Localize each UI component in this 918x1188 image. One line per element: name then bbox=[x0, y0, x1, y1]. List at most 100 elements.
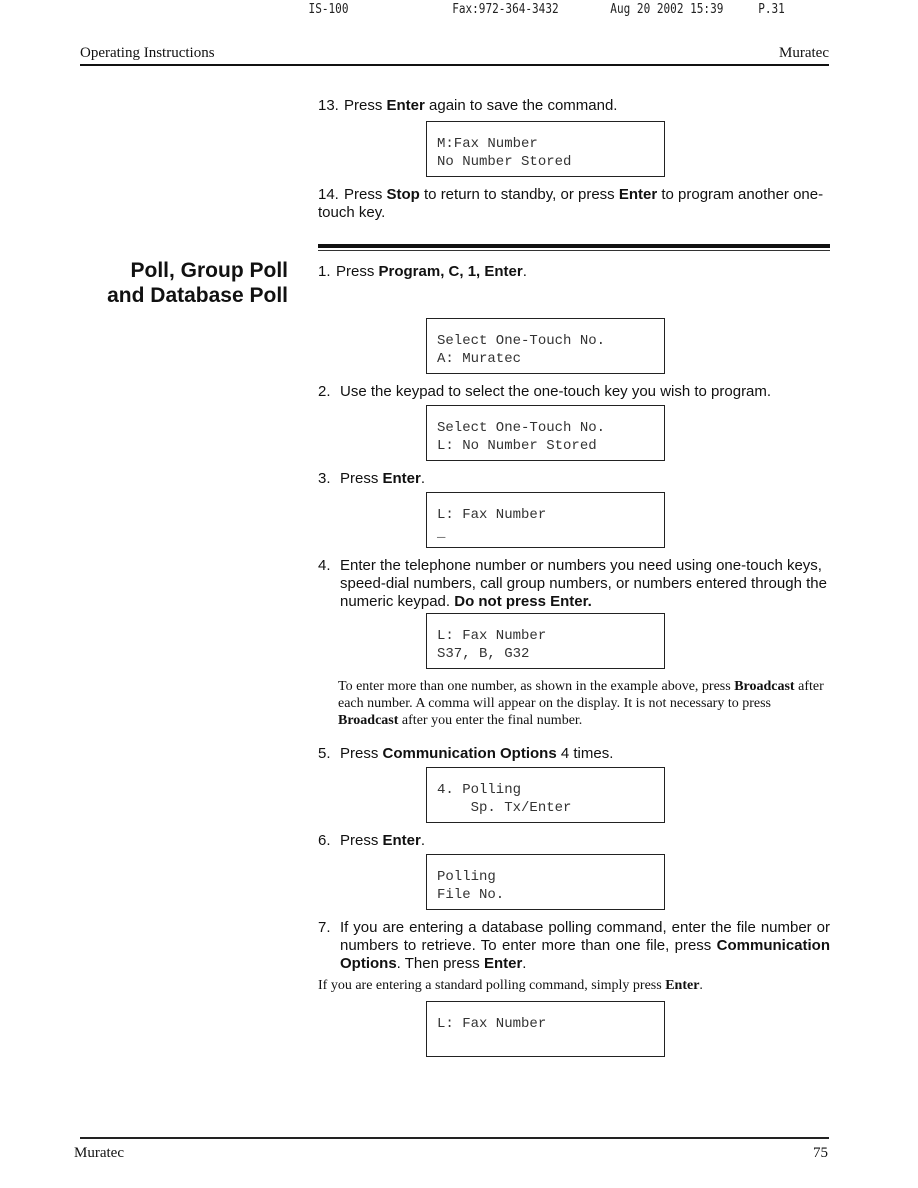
lcd-display-13: M:Fax Number No Number Stored bbox=[426, 121, 665, 177]
step-13: 13. Press Enter again to save the command… bbox=[318, 97, 830, 115]
emphasized-key-name: Enter bbox=[382, 470, 421, 487]
section-title: Poll, Group Poll and Database Poll bbox=[80, 258, 288, 308]
text-run: 4 times. bbox=[556, 745, 614, 762]
text-run: Press bbox=[344, 97, 387, 114]
step-text: Press Communication Options 4 times. bbox=[340, 745, 613, 762]
page-number: 75 bbox=[813, 1145, 828, 1161]
lcd-display-7: L: Fax Number bbox=[426, 1001, 665, 1057]
lcd-line-1: L: Fax Number bbox=[437, 628, 547, 644]
step-number: 7. bbox=[318, 919, 331, 936]
text-run: . bbox=[522, 955, 527, 972]
emphasized-key-name: Enter bbox=[618, 186, 658, 203]
lcd-line-1: Polling bbox=[437, 869, 496, 885]
step-number: 1. bbox=[318, 263, 331, 280]
text-run: . bbox=[522, 263, 527, 280]
broadcast-note: To enter more than one number, as shown … bbox=[338, 678, 830, 729]
lcd-display-6: Polling File No. bbox=[426, 854, 665, 910]
step-2: 2. Use the keypad to select the one-touch… bbox=[318, 383, 830, 401]
text-run: Press bbox=[344, 186, 387, 203]
emphasized-key-name: Broadcast bbox=[734, 679, 795, 694]
text-run: Press bbox=[340, 832, 383, 849]
text-run: Press bbox=[340, 745, 383, 762]
footer-rule bbox=[80, 1137, 829, 1139]
text-run: . bbox=[699, 978, 703, 993]
step-number: 2. bbox=[318, 383, 331, 400]
step-text: Press Stop to return to standby, or pres… bbox=[318, 186, 823, 221]
note-text: To enter more than one number, as shown … bbox=[338, 679, 824, 728]
text-run: . bbox=[420, 470, 426, 487]
emphasized-key-name: Stop bbox=[386, 186, 420, 203]
fax-transmission-header: IS-100 Fax:972-364-3432 Aug 20 2002 15:3… bbox=[0, 0, 785, 22]
emphasized-key-name: Enter bbox=[665, 978, 700, 993]
text-run: to return to standby, or press bbox=[419, 186, 619, 203]
lcd-line-2: S37, B, G32 bbox=[437, 646, 530, 662]
step-1: 1. Press Program, C, 1, Enter. bbox=[318, 263, 830, 281]
lcd-line-2: A: Muratec bbox=[437, 351, 522, 367]
emphasized-key-name: Broadcast bbox=[338, 713, 399, 728]
step-number: 13. bbox=[318, 97, 339, 114]
step-text: Press Program, C, 1, Enter. bbox=[336, 263, 527, 280]
lcd-line-1: 4. Polling bbox=[437, 782, 522, 798]
lcd-display-4: L: Fax Number S37, B, G32 bbox=[426, 613, 665, 669]
step-text: Enter the telephone number or numbers yo… bbox=[318, 557, 830, 611]
text-run: Press bbox=[336, 263, 379, 280]
section-title-line-1: Poll, Group Poll bbox=[130, 259, 289, 282]
lcd-display-5: 4. Polling Sp. Tx/Enter bbox=[426, 767, 665, 823]
fax-page: P.31 bbox=[758, 2, 785, 17]
lcd-display-1: Select One-Touch No. A: Muratec bbox=[426, 318, 665, 374]
running-head-right: Muratec bbox=[779, 45, 829, 61]
lcd-line-2: No Number Stored bbox=[437, 154, 572, 170]
lcd-line-2: L: No Number Stored bbox=[437, 438, 597, 454]
step-7: 7. If you are entering a database polling… bbox=[318, 919, 830, 973]
step-text: Press Enter. bbox=[340, 832, 425, 849]
lcd-line-1: Select One-Touch No. bbox=[437, 333, 606, 349]
step-number: 5. bbox=[318, 745, 331, 762]
emphasized-key-name: Program, C, 1, Enter bbox=[378, 263, 523, 280]
text-run: Use the keypad to select the one-touch k… bbox=[340, 383, 772, 400]
lcd-line-1: L: Fax Number bbox=[437, 507, 547, 523]
step-text: Use the keypad to select the one-touch k… bbox=[340, 383, 771, 400]
section-rule-thick bbox=[318, 244, 830, 248]
emphasized-key-name: Do not press Enter. bbox=[454, 593, 592, 610]
step-text: Press Enter again to save the command. bbox=[344, 97, 617, 114]
standard-polling-note: If you are entering a standard polling c… bbox=[318, 977, 830, 994]
emphasized-key-name: Enter bbox=[386, 97, 425, 114]
text-run: To enter more than one number, as shown … bbox=[338, 679, 735, 694]
step-number: 14. bbox=[318, 186, 339, 203]
step-6: 6. Press Enter. bbox=[318, 832, 830, 850]
emphasized-key-name: Communication Options bbox=[382, 745, 557, 762]
step-number: 6. bbox=[318, 832, 331, 849]
text-run: Press bbox=[340, 470, 383, 487]
step-number: 4. bbox=[318, 557, 331, 574]
emphasized-key-name: Enter bbox=[483, 955, 523, 972]
lcd-line-2 bbox=[437, 1033, 664, 1051]
lcd-line-2: Sp. Tx/Enter bbox=[437, 800, 572, 816]
step-number: 3. bbox=[318, 470, 331, 487]
fax-number: Fax:972-364-3432 bbox=[452, 2, 559, 17]
section-rule-thin bbox=[318, 250, 830, 251]
text-run: If you are entering a standard polling c… bbox=[318, 978, 666, 993]
step-5: 5. Press Communication Options 4 times. bbox=[318, 745, 830, 763]
lcd-display-2: Select One-Touch No. L: No Number Stored bbox=[426, 405, 665, 461]
lcd-line-1: Select One-Touch No. bbox=[437, 420, 606, 436]
text-run: . Then press bbox=[396, 955, 484, 972]
lcd-cursor: _ bbox=[437, 525, 446, 541]
footer-brand: Muratec bbox=[74, 1145, 124, 1161]
note-text: If you are entering a standard polling c… bbox=[318, 978, 703, 993]
text-run: again to save the command. bbox=[424, 97, 618, 114]
running-head-left: Operating Instructions bbox=[80, 45, 215, 61]
lcd-line-2: File No. bbox=[437, 887, 505, 903]
fax-machine-id: IS-100 bbox=[308, 2, 349, 17]
fax-datetime: Aug 20 2002 15:39 bbox=[610, 2, 724, 17]
lcd-line-1: L: Fax Number bbox=[437, 1016, 547, 1032]
section-title-line-2: and Database Poll bbox=[107, 284, 288, 307]
step-4: 4. Enter the telephone number or numbers … bbox=[318, 557, 830, 611]
text-run: . bbox=[420, 832, 426, 849]
header-rule bbox=[80, 64, 829, 66]
text-run: after you enter the final number. bbox=[398, 713, 583, 728]
step-text: If you are entering a database polling c… bbox=[318, 919, 830, 973]
step-14: 14. Press Stop to return to standby, or p… bbox=[318, 186, 830, 222]
emphasized-key-name: Enter bbox=[382, 832, 421, 849]
lcd-display-3: L: Fax Number _ bbox=[426, 492, 665, 548]
step-text: Press Enter. bbox=[340, 470, 425, 487]
